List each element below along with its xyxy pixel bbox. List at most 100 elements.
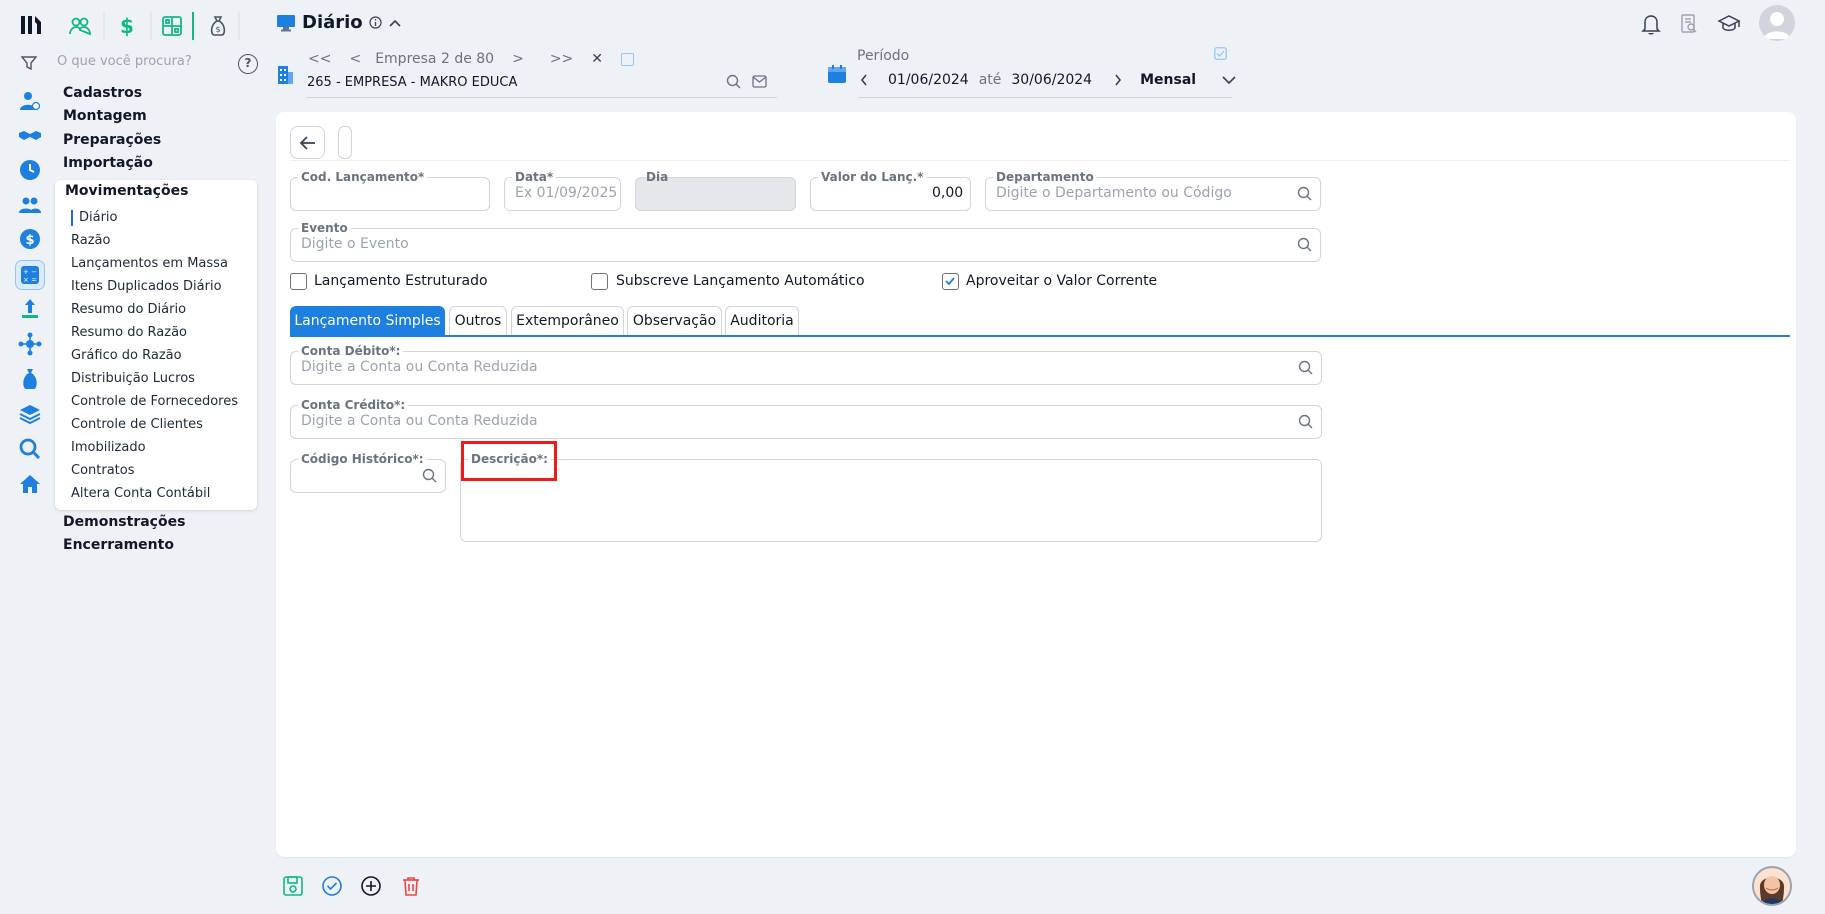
menu-group-demonstracoes[interactable]: Demonstrações <box>63 514 185 530</box>
save-icon[interactable] <box>282 875 304 897</box>
valor-value: 0,00 <box>932 185 964 201</box>
user-avatar[interactable] <box>1759 5 1795 41</box>
submenu-item-controle-clientes[interactable]: Controle de Clientes <box>71 417 203 432</box>
tab-observacao[interactable]: Observação <box>627 306 722 336</box>
submenu-item-distribuicao-lucros[interactable]: Distribuição Lucros <box>71 371 195 386</box>
tab-outros[interactable]: Outros <box>449 306 507 336</box>
layers-icon[interactable] <box>18 402 42 426</box>
page-title-area[interactable]: Diário <box>276 12 402 33</box>
app-logo[interactable] <box>18 12 44 38</box>
periodo-end[interactable]: 30/06/2024 <box>1011 72 1092 88</box>
submenu-item-razao[interactable]: Razão <box>71 233 110 248</box>
conta-debito-search-icon[interactable] <box>1298 360 1314 376</box>
evento-placeholder: Digite o Evento <box>301 236 409 252</box>
submenu-item-resumo-razao[interactable]: Resumo do Razão <box>71 325 187 340</box>
add-icon[interactable] <box>360 875 382 897</box>
back-button[interactable] <box>290 126 325 159</box>
codigo-historico-label: Código Histórico*: <box>298 452 427 466</box>
descricao-textarea[interactable] <box>460 459 1322 542</box>
network-icon[interactable] <box>18 332 42 356</box>
empresa-counter: Empresa 2 de 80 <box>375 51 495 67</box>
empresa-clear-button[interactable]: ✕ <box>591 51 603 67</box>
menu-group-encerramento[interactable]: Encerramento <box>63 537 174 553</box>
empresa-search-icon[interactable] <box>726 74 741 89</box>
submenu-item-resumo-diario[interactable]: Resumo do Diário <box>71 302 186 317</box>
people-icon[interactable] <box>18 193 42 217</box>
home-icon[interactable] <box>18 472 42 496</box>
dollar-app-icon[interactable]: $ <box>114 14 138 38</box>
handshake-icon[interactable] <box>18 124 42 148</box>
departamento-search-icon[interactable] <box>1297 186 1313 202</box>
info-icon[interactable] <box>369 16 382 29</box>
bell-icon[interactable] <box>1641 13 1661 35</box>
periodo-checkbox[interactable] <box>1214 47 1227 60</box>
confirm-icon[interactable] <box>321 875 343 897</box>
empresa-first-button[interactable]: << <box>308 51 331 67</box>
submenu-item-itens-duplicados[interactable]: Itens Duplicados Diário <box>71 279 222 294</box>
conta-credito-search-icon[interactable] <box>1298 414 1314 430</box>
tab-extemporaneo[interactable]: Extemporâneo <box>511 306 624 336</box>
menu-group-importacao[interactable]: Importação <box>63 155 153 171</box>
assistant-avatar[interactable] <box>1752 866 1792 906</box>
subscreve-checkbox[interactable] <box>591 273 608 290</box>
trash-icon[interactable] <box>400 875 422 897</box>
menu-group-preparacoes[interactable]: Preparações <box>63 132 161 148</box>
upload-chart-icon[interactable] <box>18 297 42 321</box>
submenu-item-altera-conta[interactable]: Altera Conta Contábil <box>71 486 210 501</box>
submenu-item-contratos[interactable]: Contratos <box>71 463 135 478</box>
codigo-historico-search-icon[interactable] <box>422 468 438 484</box>
dollar-icon[interactable]: $ <box>18 227 42 251</box>
submenu-item-controle-fornecedores[interactable]: Controle de Fornecedores <box>71 394 238 409</box>
chevron-down-icon[interactable] <box>1222 75 1236 85</box>
tab-lancamento-simples[interactable]: Lançamento Simples <box>290 306 445 336</box>
periodo-next-button[interactable] <box>1114 74 1122 86</box>
svg-text:$: $ <box>216 25 221 34</box>
evento-field[interactable] <box>290 228 1321 262</box>
document-search-icon[interactable] <box>1680 14 1698 34</box>
grid-app-icon[interactable] <box>160 14 184 38</box>
conta-debito-placeholder: Digite a Conta ou Conta Reduzida <box>301 359 538 375</box>
user-register-icon[interactable] <box>18 89 42 113</box>
menu-group-movimentacoes[interactable]: Movimentações <box>65 183 188 199</box>
data-placeholder: Ex 01/09/2025 <box>515 185 618 201</box>
tab-auditoria[interactable]: Auditoria <box>725 306 799 336</box>
people-app-icon[interactable] <box>68 14 92 38</box>
menu-group-cadastros[interactable]: Cadastros <box>63 85 142 101</box>
lancamento-estruturado-checkbox[interactable] <box>290 273 307 290</box>
submenu-item-imobilizado[interactable]: Imobilizado <box>71 440 146 455</box>
card-divider <box>290 160 1790 161</box>
empresa-checkbox[interactable] <box>621 52 635 66</box>
graduation-cap-icon[interactable] <box>1717 14 1741 34</box>
money-bag-app-icon[interactable]: $ <box>206 14 230 38</box>
periodo-prev-button[interactable] <box>860 74 868 86</box>
periodo-separator: até <box>978 72 1002 88</box>
toolbar-blank-button[interactable] <box>338 126 352 159</box>
conta-credito-label: Conta Crédito*: <box>298 398 409 412</box>
divider <box>150 12 152 40</box>
periodo-mode-select[interactable]: Mensal <box>1140 72 1196 88</box>
empresa-last-button[interactable]: >> <box>550 51 573 67</box>
evento-search-icon[interactable] <box>1297 237 1313 253</box>
money-bag-icon[interactable] <box>18 367 42 391</box>
help-button[interactable]: ? <box>238 54 258 74</box>
periodo-underline <box>858 97 1232 98</box>
menu-group-montagem[interactable]: Montagem <box>63 108 147 124</box>
submenu-item-grafico-razao[interactable]: Gráfico do Razão <box>71 348 182 363</box>
submenu-item-diario[interactable]: Diário <box>79 210 118 225</box>
menu-search-input[interactable]: O que você procura? <box>57 54 192 69</box>
periodo-start[interactable]: 01/06/2024 <box>888 72 969 88</box>
clock-icon[interactable] <box>18 158 42 182</box>
periodo-label: Período <box>857 48 910 64</box>
empresa-prev-button[interactable]: < <box>349 51 361 67</box>
svg-text:+ −: + − <box>23 268 37 276</box>
page-title: Diário <box>302 12 363 33</box>
calculator-icon-active[interactable]: + − × = <box>15 260 45 290</box>
chevron-up-icon[interactable] <box>388 18 402 28</box>
empresa-next-button[interactable]: > <box>512 51 524 67</box>
submenu-item-lancamentos-massa[interactable]: Lançamentos em Massa <box>71 256 228 271</box>
search-icon[interactable] <box>18 437 42 461</box>
aproveitar-valor-checkbox[interactable] <box>942 273 959 290</box>
filter-icon[interactable] <box>21 55 37 71</box>
empresa-name[interactable]: 265 - EMPRESA - MAKRO EDUCA <box>307 75 517 90</box>
mail-icon[interactable] <box>752 75 767 88</box>
